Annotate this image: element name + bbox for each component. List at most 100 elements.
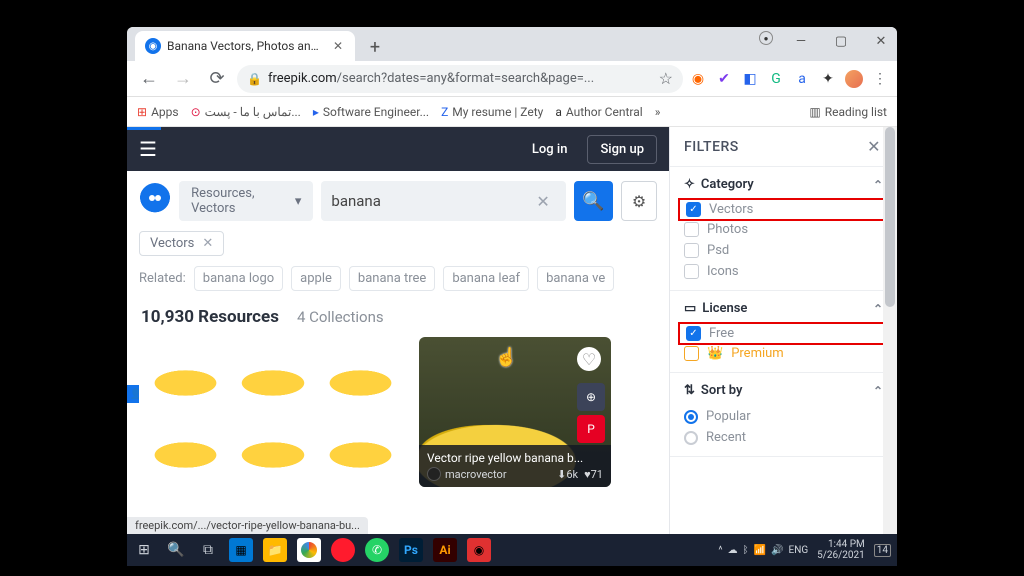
minimize-icon[interactable]: — [789, 31, 813, 51]
result-card-1[interactable] [139, 337, 407, 487]
chevron-up-icon[interactable]: ⌃ [873, 178, 883, 192]
filter-opt-free[interactable]: ✓Free [678, 322, 889, 345]
start-button[interactable]: ⊞ [133, 539, 155, 561]
star-icon[interactable]: ☆ [659, 69, 673, 88]
bookmark-1[interactable]: ⊙تماس با ما - پست... [191, 105, 301, 119]
freepik-logo[interactable] [139, 183, 171, 219]
chrome-menu-icon[interactable]: ⋮ [871, 70, 889, 88]
close-filters-icon[interactable]: ✕ [867, 137, 881, 156]
ext-icon-4[interactable]: G [767, 70, 785, 88]
favorite-icon[interactable]: ♡ [577, 347, 601, 371]
forward-button[interactable]: → [169, 65, 197, 93]
search-box[interactable]: ✕ [321, 181, 565, 221]
close-tab-icon[interactable]: ✕ [331, 39, 345, 53]
tray-cloud-icon[interactable]: ☁ [728, 545, 738, 556]
tray-bt-icon[interactable]: ᛒ [743, 545, 749, 556]
extensions-icon[interactable]: ✦ [819, 70, 837, 88]
app-recorder[interactable]: ◉ [467, 538, 491, 562]
app-calculator[interactable]: ▦ [229, 538, 253, 562]
search-input[interactable] [331, 192, 530, 210]
related-tag[interactable]: banana ve [537, 266, 614, 291]
filters-title: FILTERS [684, 139, 739, 155]
chevron-up-icon[interactable]: ⌃ [873, 384, 883, 398]
bookmark-3[interactable]: ZMy resume | Zety [441, 105, 543, 119]
tray-up-icon[interactable]: ^ [718, 545, 722, 556]
taskview-icon[interactable]: ⧉ [197, 539, 219, 561]
ext-icon-1[interactable]: ◉ [689, 70, 707, 88]
profile-avatar[interactable] [845, 70, 863, 88]
bookmark-more[interactable]: » [655, 105, 661, 119]
new-tab-button[interactable]: + [361, 33, 389, 61]
bookmark-4[interactable]: aAuthor Central [555, 105, 642, 119]
back-button[interactable]: ← [135, 65, 163, 93]
collection-count[interactable]: 4 Collections [297, 308, 384, 326]
browser-toolbar: ← → ⟳ 🔒 freepik.com/search?dates=any&for… [127, 61, 897, 97]
app-whatsapp[interactable]: ✆ [365, 538, 389, 562]
address-bar[interactable]: 🔒 freepik.com/search?dates=any&format=se… [237, 65, 683, 93]
bookmark-2[interactable]: ▸Software Engineer... [313, 105, 429, 119]
like-count: ♥71 [584, 468, 603, 481]
sort-opt-recent[interactable]: Recent [684, 427, 883, 448]
checkbox-icon [684, 346, 699, 361]
category-icon: ✧ [684, 177, 695, 192]
search-button[interactable]: 🔍 [574, 181, 613, 221]
filters-header: FILTERS ✕ [670, 127, 897, 167]
results-count-row: 10,930 Resources 4 Collections [127, 297, 669, 333]
search-taskbar-icon[interactable]: 🔍 [165, 539, 187, 561]
lock-icon: 🔒 [247, 72, 262, 86]
app-chrome[interactable] [297, 538, 321, 562]
filter-opt-psd[interactable]: Psd [684, 240, 883, 261]
hamburger-icon[interactable]: ☰ [139, 137, 157, 161]
clear-search-icon[interactable]: ✕ [530, 192, 555, 211]
pinterest-icon[interactable]: P [577, 415, 605, 443]
filters-panel: FILTERS ✕ ✧Category⌃ ✓Vectors Photos Psd… [669, 127, 897, 534]
chevron-up-icon[interactable]: ⌃ [873, 302, 883, 316]
scrollbar-thumb[interactable] [885, 127, 895, 307]
related-tag[interactable]: banana logo [194, 266, 283, 291]
results-grid: ☝ ♡ ⊕ P Vector ripe yellow banana b... m… [127, 333, 669, 491]
reload-button[interactable]: ⟳ [203, 65, 231, 93]
ext-icon-5[interactable]: a [793, 70, 811, 88]
tray-notifications[interactable]: 14 [874, 544, 891, 557]
related-tag[interactable]: apple [291, 266, 341, 291]
app-photoshop[interactable]: Ps [399, 538, 423, 562]
reading-list[interactable]: ▥ Reading list [809, 105, 887, 119]
resource-type-select[interactable]: Resources, Vectors▾ [179, 181, 313, 221]
filter-opt-premium[interactable]: 👑Premium [684, 343, 883, 364]
tray-clock[interactable]: 1:44 PM 5/26/2021 [813, 539, 869, 561]
filter-opt-photos[interactable]: Photos [684, 219, 883, 240]
tray-lang[interactable]: ENG [789, 545, 809, 556]
filter-chip-vectors[interactable]: Vectors✕ [139, 231, 224, 256]
result-card-2[interactable]: ☝ ♡ ⊕ P Vector ripe yellow banana b... m… [419, 337, 611, 487]
crown-icon: 👑 [707, 346, 723, 361]
remove-chip-icon[interactable]: ✕ [202, 236, 213, 251]
apps-bookmark[interactable]: ⊞Apps [137, 105, 179, 119]
related-tag[interactable]: banana leaf [443, 266, 529, 291]
radio-icon [684, 410, 698, 424]
page-scrollbar[interactable] [883, 127, 897, 534]
filter-toggle-button[interactable]: ⚙ [621, 181, 657, 221]
chevron-down-icon: ▾ [295, 194, 302, 209]
related-tag[interactable]: banana tree [349, 266, 435, 291]
record-icon[interactable]: ● [759, 31, 773, 45]
tray-vol-icon[interactable]: 🔊 [771, 545, 783, 556]
tray-wifi-icon[interactable]: 📶 [754, 545, 766, 556]
system-tray[interactable]: ^ ☁ ᛒ 📶 🔊 ENG 1:44 PM 5/26/2021 14 [718, 539, 891, 561]
filter-opt-vectors[interactable]: ✓Vectors [678, 198, 889, 221]
browser-tab[interactable]: ◉ Banana Vectors, Photos and PSD ✕ [135, 31, 355, 61]
related-label: Related: [139, 271, 186, 286]
close-window-icon[interactable]: ✕ [869, 31, 893, 51]
signup-button[interactable]: Sign up [587, 135, 657, 164]
maximize-icon[interactable]: ▢ [829, 31, 853, 51]
filter-opt-icons[interactable]: Icons [684, 261, 883, 282]
search-icon: 🔍 [582, 191, 604, 212]
ext-icon-3[interactable]: ◧ [741, 70, 759, 88]
login-button[interactable]: Log in [520, 136, 580, 163]
app-illustrator[interactable]: Ai [433, 538, 457, 562]
add-collection-icon[interactable]: ⊕ [577, 383, 605, 411]
card-author[interactable]: macrovector [427, 467, 507, 481]
app-opera[interactable] [331, 538, 355, 562]
sort-opt-popular[interactable]: Popular [684, 406, 883, 427]
ext-icon-2[interactable]: ✔ [715, 70, 733, 88]
app-explorer[interactable]: 📁 [263, 538, 287, 562]
